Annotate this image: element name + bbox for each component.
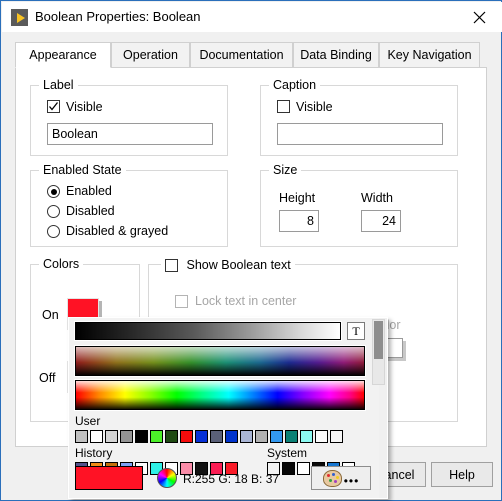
user-swatch-5[interactable] [150,430,163,443]
radio-disabled-grayed[interactable] [47,225,60,238]
width-label: Width [361,191,393,205]
user-swatch-12[interactable] [255,430,268,443]
user-swatch-3[interactable] [120,430,133,443]
close-icon[interactable] [456,2,502,32]
title-bar: Boolean Properties: Boolean [2,2,502,32]
label-visible-label: Visible [66,100,103,114]
user-swatch-7[interactable] [180,430,193,443]
user-swatch-10[interactable] [225,430,238,443]
tab-appearance[interactable]: Appearance [15,42,111,68]
lock-text-in-center-checkbox[interactable] [175,295,188,308]
boolean-text-legend-wrap: Show Boolean text [161,257,295,273]
user-swatch-13[interactable] [270,430,283,443]
user-swatch-1[interactable] [90,430,103,443]
size-group-legend: Size [269,163,302,177]
label-group-legend: Label [39,78,78,92]
transparent-color-button[interactable]: T [347,322,365,340]
on-color-label: On [42,308,59,322]
user-swatch-0[interactable] [75,430,88,443]
grayscale-ramp[interactable] [74,321,342,341]
caption-visible-label: Visible [296,100,333,114]
radio-disabled-grayed-label: Disabled & grayed [66,224,169,238]
show-boolean-text-label: Show Boolean text [186,258,291,272]
radio-enabled[interactable] [47,185,60,198]
muted-color-ramp[interactable] [74,345,366,377]
tab-data-binding[interactable]: Data Binding [293,42,379,68]
color-picker-scrollbar[interactable] [372,319,385,385]
show-boolean-text-checkbox[interactable] [165,259,178,272]
tab-operation[interactable]: Operation [111,42,190,68]
labview-boolean-icon [11,9,28,26]
label-text-input[interactable]: Boolean [47,123,213,145]
caption-text-input[interactable] [277,123,443,145]
user-swatch-11[interactable] [240,430,253,443]
palette-icon [322,469,342,487]
caption-group: Caption Visible [260,78,458,156]
tab-documentation[interactable]: Documentation [190,42,293,68]
enabled-state-group: Enabled State Enabled Disabled Disabled … [30,163,228,247]
label-visible-checkbox[interactable] [47,100,60,113]
system-swatch-2[interactable] [297,462,310,475]
scrollbar-thumb[interactable] [374,321,383,359]
saturated-color-ramp[interactable] [74,379,366,411]
user-swatch-row [75,430,345,443]
enabled-state-legend: Enabled State [39,163,126,177]
color-picker-body: T User History System R:255 G: 18 B: 37 … [69,318,385,498]
user-swatch-2[interactable] [105,430,118,443]
user-swatch-4[interactable] [135,430,148,443]
label-group: Label Visible Boolean [30,78,228,156]
size-group: Size Height 8 Width 24 [260,163,458,247]
radio-disabled-label: Disabled [66,204,115,218]
tab-strip: Appearance Operation Documentation Data … [15,42,487,68]
user-section-label: User [75,414,101,428]
system-section-label: System [267,446,308,460]
tab-key-navigation[interactable]: Key Navigation [379,42,480,68]
window-title: Boolean Properties: Boolean [35,9,201,24]
user-swatch-17[interactable] [330,430,343,443]
system-swatch-1[interactable] [282,462,295,475]
user-swatch-14[interactable] [285,430,298,443]
user-swatch-16[interactable] [315,430,328,443]
history-section-label: History [75,446,113,460]
help-button[interactable]: Help [431,462,493,487]
user-swatch-6[interactable] [165,430,178,443]
current-color-preview [75,466,143,490]
lock-text-in-center-label: Lock text in center [195,294,297,308]
height-input[interactable]: 8 [279,210,319,232]
palette-button-dots: ••• [343,474,360,488]
caption-group-legend: Caption [269,78,321,92]
off-color-label: Off [39,371,56,385]
radio-disabled[interactable] [47,205,60,218]
boolean-properties-dialog: Boolean Properties: Boolean Appearance O… [0,0,502,501]
user-swatch-8[interactable] [195,430,208,443]
rgb-value-text: R:255 G: 18 B: 37 [183,472,280,486]
color-picker-popup: T User History System R:255 G: 18 B: 37 … [68,317,388,499]
color-wheel-icon[interactable] [157,468,177,488]
colors-group-legend: Colors [39,257,84,271]
width-input[interactable]: 24 [361,210,401,232]
radio-enabled-label: Enabled [66,184,112,198]
height-label: Height [279,191,316,205]
caption-visible-checkbox[interactable] [277,100,290,113]
user-swatch-15[interactable] [300,430,313,443]
user-swatch-9[interactable] [210,430,223,443]
more-colors-palette-button[interactable]: ••• [311,466,371,490]
